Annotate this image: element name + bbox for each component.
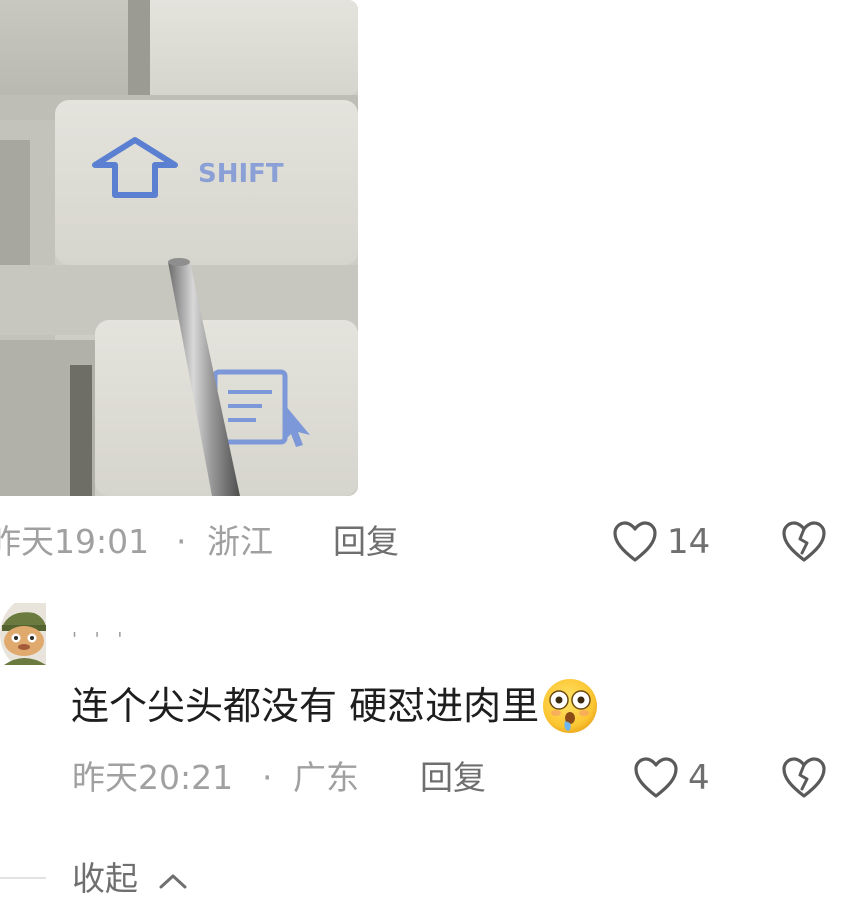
comment-1-reply-button[interactable]: 回复 [333,516,399,568]
comment-2-like-count: 4 [688,758,710,798]
collapse-button[interactable]: 收起 [72,853,189,905]
comment-2-region: 广东 [293,758,359,797]
comment-1-region: 浙江 [207,522,273,561]
comment-image[interactable]: SHIFT [0,0,358,496]
broken-heart-icon[interactable] [781,756,827,800]
comment-2-time: 昨天20:21 [72,758,234,797]
collapse-label: 收起 [72,859,138,898]
comment-2-reply-button[interactable]: 回复 [420,752,486,804]
comment-2-text-content: 连个尖头都没有 硬怼进肉里 [71,684,540,728]
comment-2-text: 连个尖头都没有 硬怼进肉里 [71,678,599,734]
svg-text:SHIFT: SHIFT [198,159,284,189]
comment-1-time: 昨天19:01 [0,522,150,561]
collapse-divider [0,877,46,879]
comment-2-separator: · [262,758,273,797]
broken-heart-icon[interactable] [781,520,827,564]
avatar-image [0,603,46,665]
heart-outline-icon [613,521,657,562]
avatar[interactable] [0,603,46,665]
chevron-up-icon [159,874,186,888]
flushed-face-emoji [543,679,598,733]
comment-2-meta-row: 昨天20:21 · 广东 回复 4 [0,752,863,804]
comment-1-separator: · [176,522,187,561]
heart-outline-icon [634,757,678,798]
comment-2-like-button[interactable]: 4 [633,752,723,804]
keyboard-photo: SHIFT [0,0,358,496]
comment-1-like-button[interactable]: 14 [612,516,722,568]
comment-1-like-count: 14 [667,522,711,562]
comment-2-username[interactable]: ' ' ' [72,627,128,653]
comment-1-meta-row: 昨天19:01 · 浙江 回复 14 [0,516,863,568]
